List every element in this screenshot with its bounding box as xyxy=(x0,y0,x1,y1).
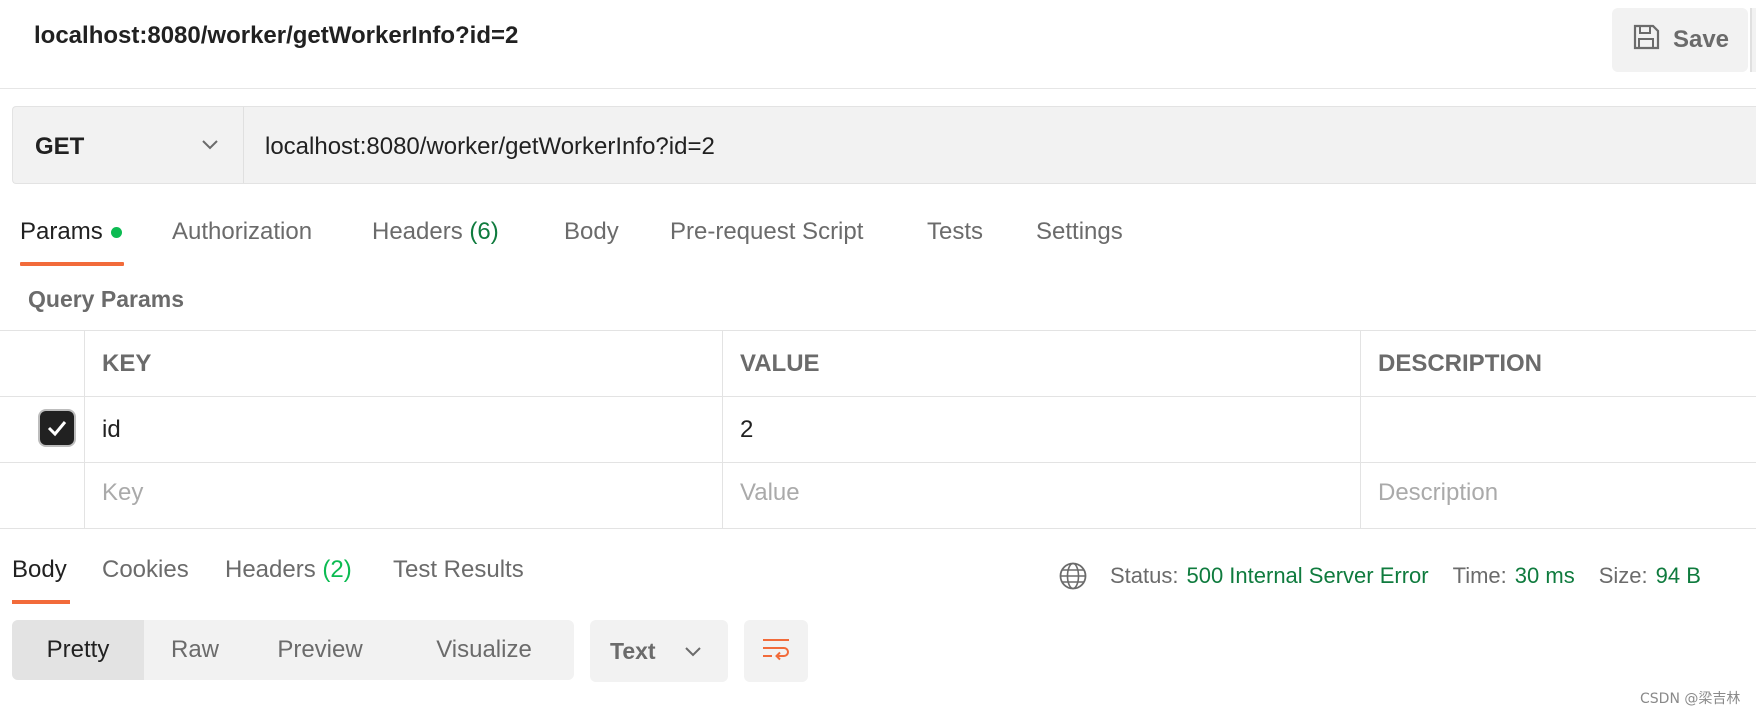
wrap-lines-button[interactable] xyxy=(744,620,808,682)
response-tab-headers-count: (2) xyxy=(322,556,352,583)
chevron-down-icon xyxy=(682,640,704,662)
table-header-row: KEY VALUE DESCRIPTION xyxy=(0,330,1756,397)
param-description-cell[interactable] xyxy=(1360,397,1756,463)
tab-settings[interactable]: Settings xyxy=(1036,218,1123,246)
response-tab-headers[interactable]: Headers (2) xyxy=(225,556,352,584)
tab-headers-label: Headers xyxy=(372,218,463,245)
request-tabs: Params Authorization Headers (6) Body Pr… xyxy=(0,214,1756,266)
chevron-down-icon xyxy=(199,133,221,155)
save-dropdown-edge[interactable] xyxy=(1750,8,1756,72)
tab-headers-count: (6) xyxy=(469,218,499,245)
format-select[interactable]: Text xyxy=(590,620,728,682)
save-button[interactable]: Save xyxy=(1612,8,1748,72)
size-label: Size: xyxy=(1598,563,1648,588)
table-row-empty: Key Value Description xyxy=(0,462,1756,529)
active-response-tab-underline xyxy=(12,600,70,604)
response-tab-body[interactable]: Body xyxy=(12,556,67,584)
view-mode-group: Pretty Raw Preview Visualize xyxy=(12,620,574,680)
save-label: Save xyxy=(1672,26,1730,53)
check-icon xyxy=(47,421,67,437)
view-pretty-button[interactable]: Pretty xyxy=(12,620,144,680)
response-tab-cookies[interactable]: Cookies xyxy=(102,556,189,584)
tab-body[interactable]: Body xyxy=(564,218,619,246)
value-placeholder: Value xyxy=(740,479,800,506)
view-raw-button[interactable]: Raw xyxy=(144,620,246,680)
view-visualize-button[interactable]: Visualize xyxy=(394,620,574,680)
view-preview-button[interactable]: Preview xyxy=(246,620,394,680)
request-bar: GET localhost:8080/worker/getWorkerInfo?… xyxy=(12,106,1756,184)
description-placeholder: Description xyxy=(1378,479,1499,506)
tab-params-label: Params xyxy=(20,218,103,245)
response-tab-headers-label: Headers xyxy=(225,556,316,583)
new-key-input[interactable]: Key xyxy=(84,463,722,529)
column-header-description-label: DESCRIPTION xyxy=(1378,350,1543,377)
new-description-input[interactable]: Description xyxy=(1360,463,1756,529)
wrap-lines-icon xyxy=(760,633,792,670)
column-header-value-label: VALUE xyxy=(740,350,820,377)
new-value-input[interactable]: Value xyxy=(722,463,1360,529)
params-indicator-dot xyxy=(110,227,122,239)
method-label: GET xyxy=(35,133,85,160)
header-divider xyxy=(0,88,1756,89)
tab-headers[interactable]: Headers (6) xyxy=(372,218,499,246)
param-key-cell[interactable]: id xyxy=(84,397,722,463)
globe-icon[interactable] xyxy=(1058,561,1088,591)
param-value: 2 xyxy=(740,416,754,443)
watermark: CSDN @梁吉林 xyxy=(1640,691,1741,707)
query-params-title: Query Params xyxy=(28,286,184,312)
column-header-value: VALUE xyxy=(722,331,1360,397)
table-row: id 2 xyxy=(0,396,1756,463)
response-status-bar: Status: 500 Internal Server Error Time: … xyxy=(1058,556,1701,596)
time-label: Time: xyxy=(1452,563,1507,588)
column-header-key: KEY xyxy=(84,331,722,397)
column-header-key-label: KEY xyxy=(102,350,152,377)
url-input[interactable]: localhost:8080/worker/getWorkerInfo?id=2 xyxy=(265,133,715,161)
response-tab-test-results[interactable]: Test Results xyxy=(393,556,524,584)
param-value-cell[interactable]: 2 xyxy=(722,397,1360,463)
status-value[interactable]: 500 Internal Server Error xyxy=(1186,563,1428,589)
active-tab-underline xyxy=(20,262,124,266)
tab-tests[interactable]: Tests xyxy=(927,218,983,246)
tab-pre-request-script[interactable]: Pre-request Script xyxy=(670,218,863,246)
save-icon xyxy=(1631,22,1661,59)
time-value[interactable]: 30 ms xyxy=(1515,563,1575,589)
request-title[interactable]: localhost:8080/worker/getWorkerInfo?id=2 xyxy=(34,22,518,50)
param-enabled-checkbox[interactable] xyxy=(40,411,74,445)
key-placeholder: Key xyxy=(102,479,144,506)
method-select[interactable]: GET xyxy=(13,107,244,183)
size-value[interactable]: 94 B xyxy=(1656,563,1701,589)
format-label: Text xyxy=(610,638,656,664)
tab-authorization[interactable]: Authorization xyxy=(172,218,312,246)
tab-params[interactable]: Params xyxy=(20,218,122,246)
table-bottom-divider xyxy=(0,528,1756,529)
status-label: Status: xyxy=(1110,563,1179,588)
column-header-description: DESCRIPTION xyxy=(1360,331,1756,397)
param-key: id xyxy=(102,416,121,443)
